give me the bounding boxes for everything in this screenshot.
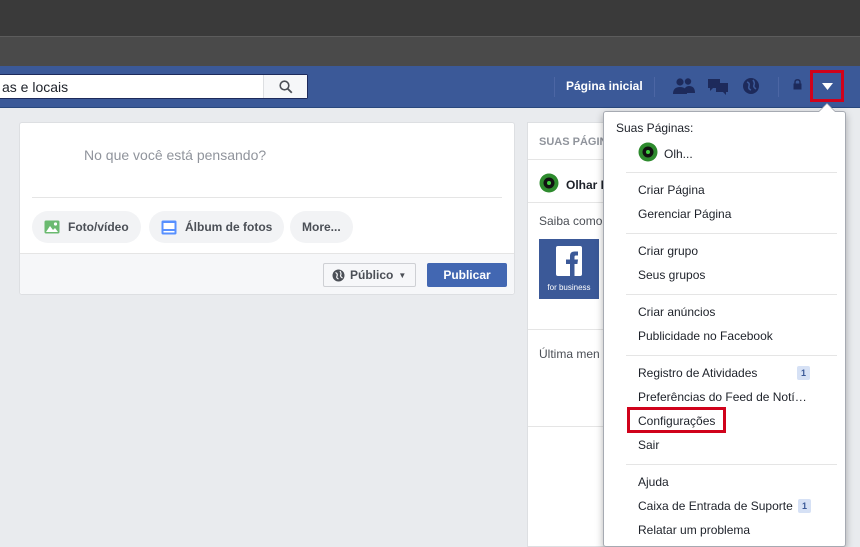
menu-item-manage-page[interactable]: Gerenciar Página — [638, 207, 838, 221]
menu-divider — [626, 294, 837, 295]
sidebar-page-link[interactable]: Olhar D — [539, 173, 604, 196]
divider — [528, 159, 604, 160]
nav-divider — [554, 77, 555, 97]
friend-requests-icon[interactable] — [671, 76, 697, 96]
support-inbox-badge: 1 — [798, 499, 811, 513]
search-button[interactable] — [263, 75, 307, 98]
photo-album-button[interactable]: Álbum de fotos — [149, 211, 285, 243]
divider — [528, 426, 604, 427]
post-composer: No que você está pensando? Foto/vídeo Ál… — [19, 122, 515, 295]
your-pages-heading: SUAS PÁGIN — [539, 136, 604, 148]
menu-divider — [626, 233, 837, 234]
more-button[interactable]: More... — [290, 211, 353, 243]
publish-button[interactable]: Publicar — [427, 263, 507, 287]
account-dropdown-menu: Suas Páginas: Olh... Criar Página Gerenc… — [603, 111, 846, 547]
page-avatar — [539, 173, 559, 196]
divider — [32, 197, 502, 198]
messages-icon[interactable] — [705, 76, 731, 96]
home-link[interactable]: Página inicial — [566, 79, 643, 93]
facebook-for-business-card[interactable]: for business — [539, 239, 599, 299]
photo-video-label: Foto/vídeo — [68, 220, 129, 234]
menu-item-create-ads[interactable]: Criar anúncios — [638, 305, 838, 319]
audience-label: Público — [350, 268, 394, 282]
menu-item-log-out[interactable]: Sair — [638, 438, 838, 452]
lock-icon[interactable] — [793, 79, 802, 93]
menu-divider — [626, 172, 837, 173]
composer-footer: Público ▼ Publicar — [20, 253, 514, 294]
top-navigation-bar — [0, 66, 860, 108]
nav-divider — [654, 77, 655, 97]
menu-divider — [626, 355, 837, 356]
composer-prompt[interactable]: No que você está pensando? — [84, 147, 266, 163]
menu-page-link[interactable]: Olh... — [638, 142, 693, 165]
globe-icon — [332, 269, 345, 281]
menu-item-your-groups[interactable]: Seus grupos — [638, 268, 838, 282]
menu-item-help[interactable]: Ajuda — [638, 475, 838, 489]
browser-toolbar — [0, 36, 860, 66]
menu-item-advertising-on-facebook[interactable]: Publicidade no Facebook — [638, 329, 838, 343]
page-avatar — [638, 142, 658, 165]
photo-icon — [44, 220, 60, 234]
menu-item-create-page[interactable]: Criar Página — [638, 183, 838, 197]
nav-divider — [778, 77, 779, 97]
photo-album-label: Álbum de fotos — [185, 220, 273, 234]
learn-more-text: Saiba como — [539, 214, 603, 228]
right-sidebar: SUAS PÁGIN Olhar D Saiba como for busine… — [527, 122, 604, 547]
search-icon — [278, 79, 292, 93]
divider — [528, 329, 604, 330]
audience-selector[interactable]: Público ▼ — [323, 263, 416, 287]
facebook-logo-icon — [556, 246, 582, 276]
caret-down-icon — [821, 82, 833, 90]
menu-item-report-a-problem[interactable]: Relatar um problema — [638, 523, 838, 537]
photo-video-button[interactable]: Foto/vídeo — [32, 211, 141, 243]
globe-notifications-icon[interactable] — [740, 76, 762, 96]
search-box — [0, 74, 308, 99]
caret-down-icon: ▼ — [398, 270, 407, 280]
menu-item-create-group[interactable]: Criar grupo — [638, 244, 838, 258]
browser-window-chrome — [0, 0, 860, 36]
divider — [528, 202, 604, 203]
menu-pages-heading: Suas Páginas: — [616, 121, 694, 135]
menu-page-name: Olh... — [664, 146, 693, 161]
account-menu-button[interactable] — [810, 70, 844, 102]
album-icon — [161, 220, 177, 235]
search-input[interactable] — [0, 75, 262, 98]
sidebar-page-name: Olhar D — [566, 177, 604, 192]
menu-item-news-feed-preferences[interactable]: Preferências do Feed de Notícias — [638, 390, 808, 404]
last-message-text: Última men — [539, 347, 600, 361]
menu-divider — [626, 464, 837, 465]
menu-pointer-fill — [819, 104, 835, 112]
activity-log-badge: 1 — [797, 366, 810, 380]
for-business-label: for business — [547, 283, 591, 292]
settings-highlight-box — [627, 407, 726, 433]
